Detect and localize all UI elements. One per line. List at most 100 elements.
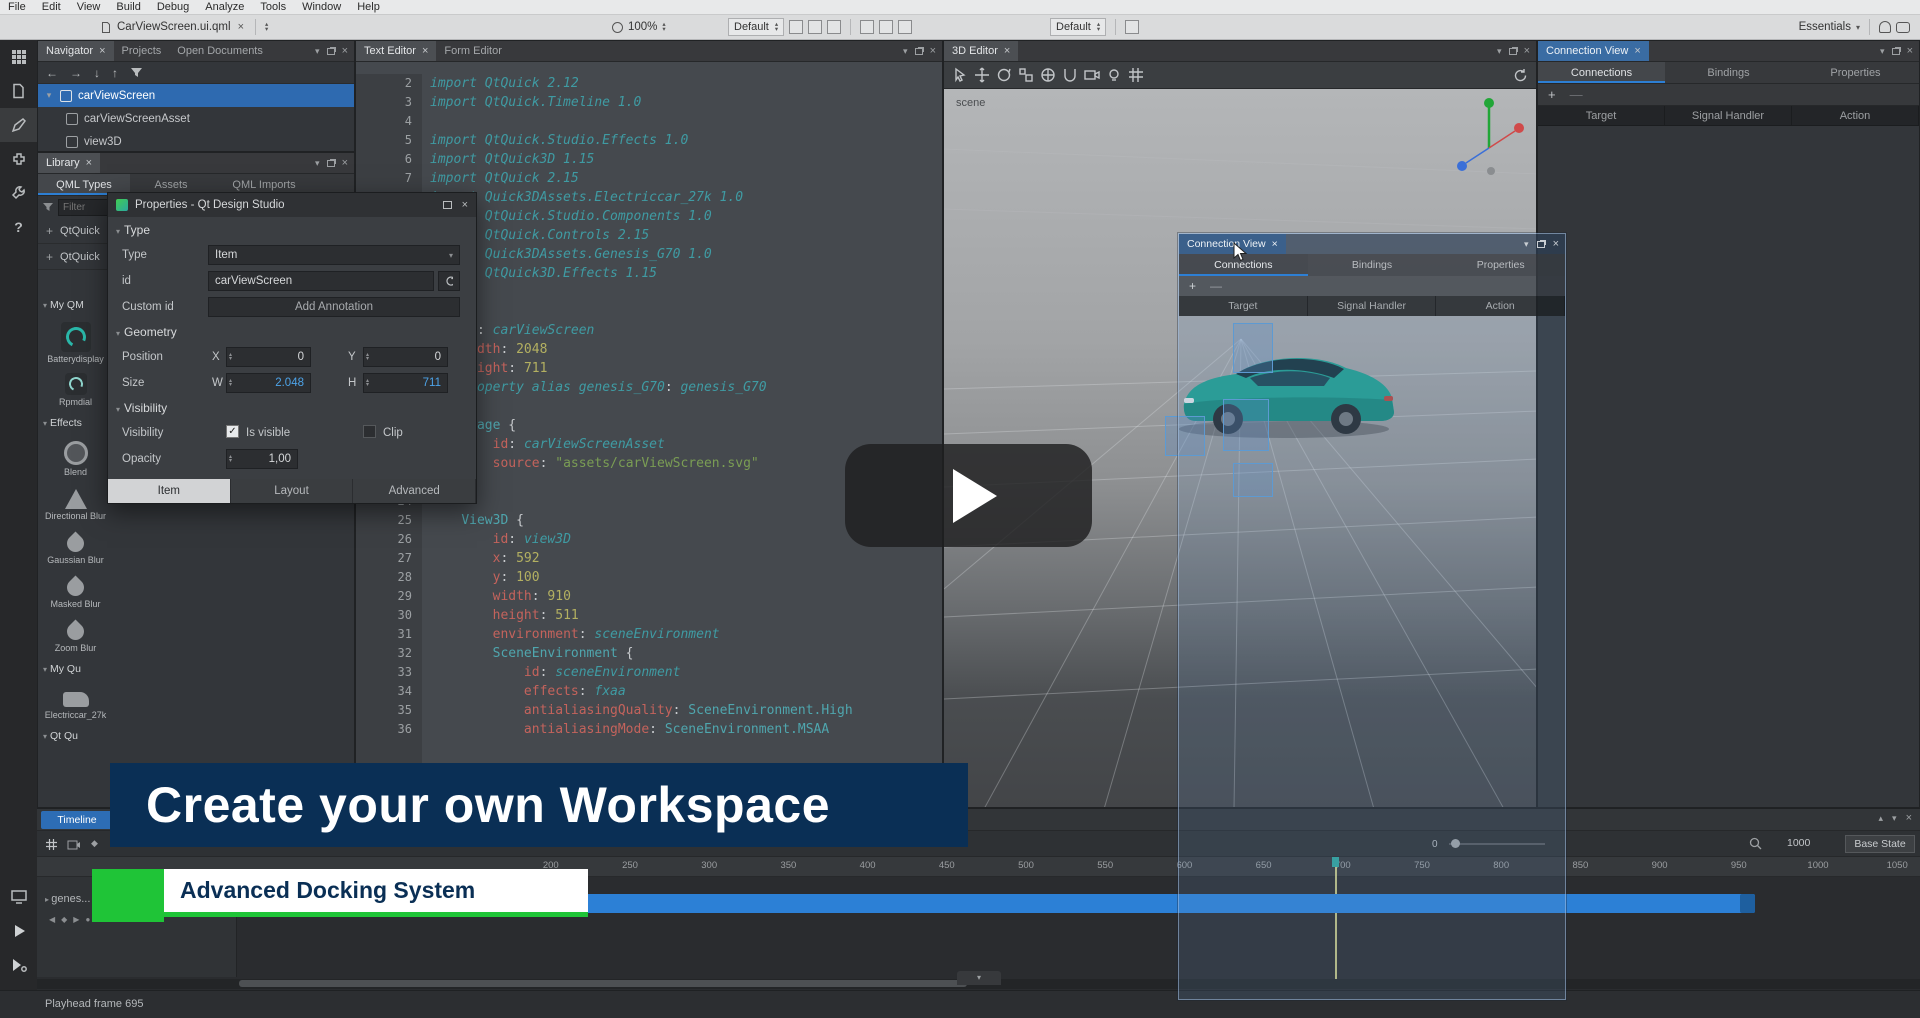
keyframe-diamond-icon[interactable]: ◆ [91, 838, 98, 849]
menu-tools[interactable]: Tools [252, 0, 294, 15]
menu-analyze[interactable]: Analyze [197, 0, 252, 15]
library-section-header[interactable]: ▾My Qu [38, 657, 113, 681]
state-select[interactable]: Default▴▾ [1050, 18, 1106, 36]
library-item-directional-blur[interactable]: Directional Blur [38, 481, 113, 521]
tab-item[interactable]: Item [108, 479, 231, 503]
workspace-grid-button[interactable] [0, 40, 37, 74]
type-combo[interactable]: Item▾ [208, 245, 460, 265]
export-icon[interactable] [1125, 20, 1139, 34]
feedback-icon[interactable] [1896, 22, 1910, 33]
zoom-level[interactable]: 100% [628, 21, 657, 33]
library-section-header[interactable]: ▾Qt Qu [38, 724, 113, 748]
timeline-track-bar-end[interactable] [1740, 894, 1755, 913]
menu-edit[interactable]: Edit [34, 0, 69, 15]
library-item-batterydisplay[interactable]: Batterydisplay [38, 317, 113, 364]
plus-icon[interactable]: + [46, 224, 53, 238]
file-tab-close-icon[interactable]: × [236, 21, 246, 33]
opacity-spinbox[interactable]: ▴▾1,00 [226, 449, 298, 469]
chevron-down-icon[interactable]: ▾ [903, 46, 908, 57]
menu-build[interactable]: Build [108, 0, 148, 15]
add-annotation-button[interactable]: Add Annotation [208, 297, 460, 317]
filter-icon[interactable] [130, 67, 143, 78]
library-item-gaussian-blur[interactable]: Gaussian Blur [38, 525, 113, 565]
chevron-down-icon[interactable]: ▾ [1497, 46, 1502, 57]
remove-connection-button[interactable]: — [1210, 279, 1222, 293]
floating-connection-view-panel[interactable]: Connection View× ▾ × Connections Binding… [1178, 233, 1566, 1000]
video-play-button[interactable] [845, 444, 1092, 547]
base-state-button[interactable]: Base State [1845, 835, 1915, 853]
maximize-icon[interactable] [443, 201, 452, 209]
close-icon[interactable]: × [422, 45, 428, 57]
chevron-up-icon[interactable]: ▴ [1879, 813, 1884, 824]
y-spinbox[interactable]: ▴▾0 [363, 347, 448, 367]
scrollbar-thumb[interactable] [239, 980, 967, 987]
close-icon[interactable]: × [462, 199, 468, 211]
account-icon[interactable] [1879, 21, 1891, 33]
section-visibility[interactable]: ▾Visibility [116, 401, 167, 415]
tab-advanced[interactable]: Advanced [353, 479, 476, 503]
run-button[interactable] [0, 914, 37, 948]
tab-open-documents[interactable]: Open Documents [169, 41, 271, 61]
clip-checkbox[interactable] [363, 425, 376, 438]
library-section-header[interactable]: ▾My QM [38, 293, 113, 317]
align-left-icon[interactable] [860, 20, 874, 34]
open-file-tab[interactable]: CarViewScreen.ui.qml [117, 21, 231, 33]
connection-table-body[interactable] [1538, 126, 1919, 807]
tab-timeline[interactable]: Timeline [41, 811, 113, 829]
run-debug-button[interactable] [0, 948, 37, 982]
menu-window[interactable]: Window [294, 0, 349, 15]
chevron-down-icon[interactable]: ▾ [315, 46, 320, 57]
height-spinbox[interactable]: ▴▾711 [363, 373, 448, 393]
library-item-electriccar-27k[interactable]: Electriccar_27k [38, 681, 113, 720]
close-icon[interactable]: × [86, 157, 92, 169]
camera-icon[interactable] [67, 839, 81, 850]
close-icon[interactable]: × [99, 45, 105, 57]
undock-icon[interactable] [1892, 48, 1900, 55]
close-icon[interactable]: × [342, 45, 348, 57]
undock-icon[interactable] [327, 160, 335, 167]
guides-icon[interactable] [827, 20, 841, 34]
chevron-down-icon[interactable]: ▾ [1880, 46, 1885, 57]
close-icon[interactable]: × [1553, 238, 1559, 250]
chevron-down-icon[interactable]: ▾ [315, 158, 320, 169]
section-type[interactable]: ▾Type [116, 223, 150, 237]
tab-layout[interactable]: Layout [231, 479, 354, 503]
library-item-rpmdial[interactable]: Rpmdial [38, 368, 113, 407]
tab-text-editor[interactable]: Text Editor× [356, 41, 436, 61]
x-spinbox[interactable]: ▴▾0 [226, 347, 311, 367]
keyframe-grid-icon[interactable] [45, 838, 58, 851]
chevron-down-icon[interactable]: ▾ [1892, 813, 1897, 824]
tab-connection-view[interactable]: Connection View× [1538, 41, 1649, 61]
tab-properties[interactable]: Properties [1792, 62, 1919, 83]
tree-item-carviewscreenasset[interactable]: carViewScreenAsset [38, 107, 354, 130]
chevron-down-icon[interactable]: ▾ [1856, 23, 1860, 32]
undock-icon[interactable] [327, 48, 335, 55]
move-forward-icon[interactable]: → [70, 66, 82, 80]
menu-help[interactable]: Help [349, 0, 388, 15]
close-icon[interactable]: × [1907, 45, 1913, 57]
track-keyframe-controls[interactable]: ◀◆▶● [49, 915, 96, 924]
tab-bindings[interactable]: Bindings [1308, 254, 1437, 276]
undock-icon[interactable] [1537, 241, 1545, 248]
close-icon[interactable]: × [1272, 238, 1278, 250]
tree-item-view3d[interactable]: view3D [38, 130, 354, 153]
tab-form-editor[interactable]: Form Editor [436, 41, 509, 61]
plugins-button[interactable] [0, 142, 37, 176]
camera-mode-icon[interactable] [1084, 67, 1100, 83]
distribute-icon[interactable] [898, 20, 912, 34]
is-visible-checkbox[interactable]: ✓ [226, 425, 239, 438]
tab-connections[interactable]: Connections [1538, 62, 1665, 83]
move-back-icon[interactable]: ← [46, 66, 58, 80]
live-preview-icon[interactable] [0, 880, 37, 914]
move-up-icon[interactable]: ↑ [112, 66, 118, 80]
snap-toggle-icon[interactable] [1062, 67, 1078, 83]
close-icon[interactable]: × [930, 45, 936, 57]
local-global-icon[interactable] [1040, 67, 1056, 83]
undock-icon[interactable] [915, 48, 923, 55]
chevron-down-icon[interactable]: ▾ [1524, 239, 1529, 250]
section-geometry[interactable]: ▾Geometry [116, 325, 177, 339]
align-center-icon[interactable] [879, 20, 893, 34]
style-select[interactable]: Default▴▾ [728, 18, 784, 36]
close-icon[interactable]: × [342, 157, 348, 169]
zoom-stepper[interactable]: ▴▾ [662, 22, 665, 32]
